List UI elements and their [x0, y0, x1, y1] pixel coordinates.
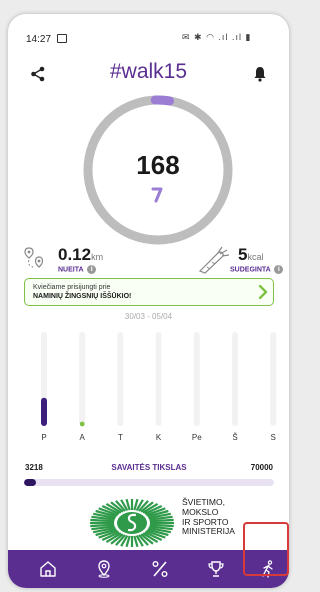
- distance-label: NUEITA i: [58, 265, 97, 274]
- week-date-range: 30/03 - 05/04: [124, 312, 173, 321]
- nav-discounts[interactable]: [132, 550, 188, 588]
- bar-P: [41, 397, 47, 426]
- percent-icon: [152, 561, 168, 577]
- bar-track: [270, 332, 277, 426]
- image-notification-icon: [57, 34, 67, 43]
- bottom-nav: [8, 550, 289, 588]
- info-icon[interactable]: i: [274, 265, 284, 274]
- nav-trophies[interactable]: [188, 550, 244, 588]
- goal-label: SAVAITĖS TIKSLAS: [111, 463, 187, 472]
- walker-icon: [151, 187, 163, 203]
- ministry-line: MINISTERIJA: [182, 526, 235, 537]
- bar-track: [232, 332, 238, 426]
- weekly-goal-progress-fill: [24, 479, 36, 486]
- bar-track: [79, 332, 86, 426]
- bar-A: [79, 421, 85, 427]
- stats-row: 0.12km NUEITA i 5kcal SUDEGINTA i: [8, 242, 289, 282]
- distance-value: 0.12km: [58, 245, 103, 265]
- carrot-icon: [198, 246, 230, 274]
- nav-map[interactable]: [76, 550, 132, 588]
- home-icon: [40, 561, 56, 577]
- emblem-ray: [90, 523, 115, 528]
- calories-label: SUDEGINTA i: [230, 265, 284, 274]
- status-icons: ✉ ✱ ◠ .ıl .ıl ▮: [182, 32, 252, 42]
- bar-track: [193, 332, 200, 426]
- ministry-name: ŠVIETIMO, MOKSLO IR SPORTO MINISTERIJA: [182, 497, 235, 537]
- weekly-steps-chart: P A T K Pe Š S: [41, 332, 277, 442]
- calories-value: 5kcal: [238, 245, 263, 265]
- map-pin-icon: [98, 560, 110, 578]
- steps-ring: 168: [80, 92, 236, 248]
- bar-track: [117, 332, 124, 426]
- day-label: T: [118, 433, 123, 442]
- day-label: Š: [232, 433, 237, 442]
- day-label: Pe: [192, 433, 202, 442]
- day-label: K: [156, 433, 162, 442]
- challenge-banner[interactable]: Kviečiame prisijungti prie NAMINIŲ ŽINGS…: [24, 278, 274, 306]
- steps-progress-arc: [150, 95, 175, 106]
- distance-number: 0.12: [58, 245, 92, 264]
- distance-label-text: NUEITA: [58, 266, 84, 274]
- page-title: #walk15: [109, 60, 188, 83]
- goal-target-steps: 70000: [250, 463, 273, 472]
- calories-unit: kcal: [247, 252, 264, 262]
- steps-count: 168: [136, 150, 180, 180]
- ministry-logo-block: ŠVIETIMO, MOKSLO IR SPORTO MINISTERIJA: [8, 497, 289, 548]
- nav-home[interactable]: [20, 550, 76, 588]
- walker-icon: [262, 560, 273, 578]
- trophy-icon: [208, 561, 224, 577]
- phone-screen: 14:27 ✉ ✱ ◠ .ıl .ıl ▮ #walk15 168 0.12km…: [8, 14, 289, 588]
- day-label: S: [271, 433, 276, 442]
- bell-icon[interactable]: [253, 66, 267, 82]
- nav-walk[interactable]: [240, 550, 289, 588]
- day-label: P: [41, 433, 46, 442]
- distance-unit: km: [91, 252, 104, 262]
- weekly-goal-row: 3218 SAVAITĖS TIKSLAS 70000: [25, 463, 273, 475]
- weekly-goal-progress-bar: [24, 479, 274, 486]
- emblem-ray: [149, 518, 174, 523]
- challenge-invite-text: Kviečiame prisijungti prie: [33, 284, 111, 291]
- challenge-name: NAMINIŲ ŽINGSNIŲ IŠŠŪKIO!: [33, 293, 132, 300]
- status-bar: 14:27 ✉ ✱ ◠ .ıl .ıl ▮: [8, 14, 289, 50]
- day-label: A: [80, 433, 86, 442]
- header: #walk15: [8, 58, 289, 88]
- status-time: 14:27: [26, 34, 52, 45]
- chevron-right-icon[interactable]: [257, 285, 269, 299]
- ministry-emblem-logo: [90, 498, 174, 548]
- info-icon[interactable]: i: [87, 265, 97, 274]
- calories-label-text: SUDEGINTA: [230, 266, 271, 274]
- bar-track: [155, 332, 162, 426]
- map-route-icon: [24, 247, 44, 268]
